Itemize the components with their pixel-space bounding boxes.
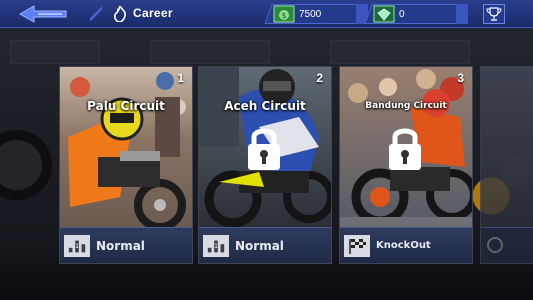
track-name: Bandung Circuit bbox=[365, 101, 447, 111]
lock-icon bbox=[245, 123, 283, 171]
rank-bars-icon: 1 bbox=[203, 234, 229, 257]
wall-panel bbox=[150, 40, 270, 64]
svg-text:$: $ bbox=[281, 11, 286, 20]
cash-icon: $ bbox=[273, 5, 295, 23]
track-mode: Normal bbox=[96, 238, 145, 253]
checkered-flag-icon bbox=[344, 234, 370, 257]
track-mode-bar: 1 Normal bbox=[60, 227, 192, 263]
cash-value: 7500 bbox=[299, 8, 322, 20]
wall-panel bbox=[330, 40, 470, 64]
track-card-1[interactable]: 1 Palu Circuit 1 Normal bbox=[59, 66, 193, 264]
svg-text:1: 1 bbox=[214, 242, 218, 249]
trophy-button[interactable] bbox=[483, 4, 505, 24]
track-name: Palu Circuit bbox=[87, 99, 165, 113]
mode-icon bbox=[487, 237, 503, 253]
track-card-3[interactable]: 3 Bandung Circuit KnockOut bbox=[339, 66, 473, 264]
add-gems-button[interactable] bbox=[456, 4, 468, 24]
track-image: 3 Bandung Circuit bbox=[340, 67, 472, 227]
track-image: 1 Palu Circuit bbox=[60, 67, 192, 227]
track-card-2[interactable]: 2 Aceh Circuit 1 Normal bbox=[198, 66, 332, 264]
track-mode-bar: KnockOut bbox=[340, 227, 472, 263]
background-tire bbox=[0, 130, 52, 200]
track-image: 2 Aceh Circuit bbox=[199, 67, 331, 227]
rank-bars-icon: 1 bbox=[64, 234, 90, 257]
track-name: Aceh Circuit bbox=[224, 99, 306, 113]
track-number: 1 bbox=[177, 71, 184, 85]
track-mode: KnockOut bbox=[376, 240, 431, 251]
fire-icon bbox=[113, 4, 127, 23]
trophy-icon bbox=[486, 7, 502, 21]
gem-value: 0 bbox=[399, 8, 405, 20]
cash-counter: $ 7500 bbox=[264, 4, 368, 24]
wall-panel bbox=[10, 40, 100, 64]
back-button[interactable] bbox=[18, 4, 68, 24]
track-card-4-partial[interactable] bbox=[480, 66, 533, 264]
topbar-divider bbox=[90, 0, 102, 28]
lock-icon bbox=[386, 123, 424, 171]
gem-icon bbox=[373, 5, 395, 23]
track-mode: Normal bbox=[235, 238, 284, 253]
page-title: Career bbox=[133, 6, 173, 20]
track-number: 2 bbox=[316, 71, 323, 85]
top-bar: Career $ 7500 0 bbox=[0, 0, 533, 28]
back-arrow-icon bbox=[18, 5, 67, 23]
svg-text:1: 1 bbox=[75, 242, 79, 249]
track-number: 3 bbox=[457, 71, 464, 85]
track-mode-bar: 1 Normal bbox=[199, 227, 331, 263]
gem-counter: 0 bbox=[364, 4, 468, 24]
